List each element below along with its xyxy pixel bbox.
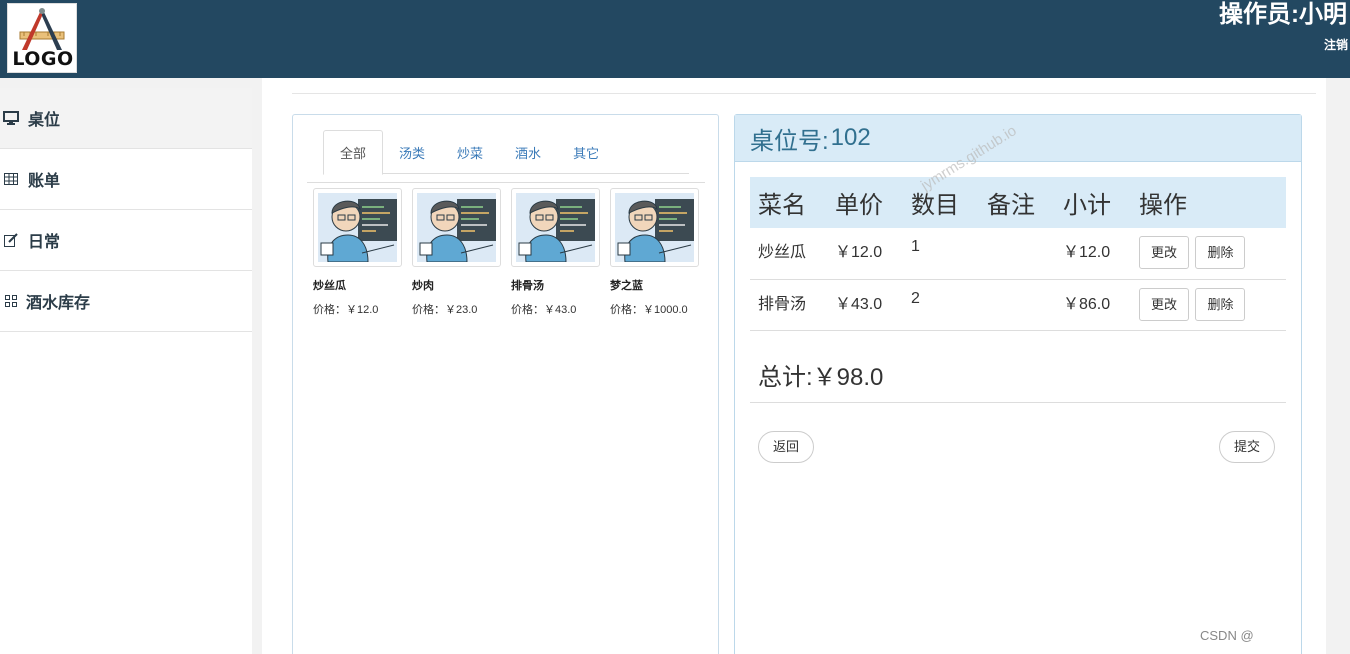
sidebar-item-label: 账单 [28, 173, 61, 190]
dish-name: 梦之蓝 [610, 280, 643, 292]
order-total: 总计:￥98.0 [758, 364, 884, 391]
sidebar-item-label: 日常 [28, 234, 61, 251]
column-header: 单价 [827, 177, 903, 228]
dish-card[interactable]: 炒肉 价格：￥23.0 [412, 188, 501, 317]
scroll-gutter [1326, 78, 1350, 654]
price-cell: ￥12.0 [827, 228, 903, 280]
table-icon [2, 170, 20, 188]
column-header: 备注 [979, 177, 1055, 228]
operator-name: 操作员:小明 [1219, 1, 1347, 28]
dish-list: 炒丝瓜 价格：￥12.0 炒肉 价格：￥23.0 排骨汤 价格：￥43.0 梦之… [313, 188, 709, 317]
column-header: 小计 [1055, 177, 1131, 228]
dish-price: 价格：￥23.0 [412, 304, 478, 316]
edit-icon [2, 231, 20, 249]
note-cell [979, 228, 1055, 280]
order-table: 菜名 单价 数目 备注 小计 操作 炒丝瓜 ￥12.0 1 ￥12.0 更改 删… [750, 177, 1286, 331]
tab-soup[interactable]: 汤类 [383, 130, 441, 174]
dish-card[interactable]: 排骨汤 价格：￥43.0 [511, 188, 600, 317]
dish-name: 炒丝瓜 [313, 280, 346, 292]
delete-button[interactable]: 删除 [1195, 236, 1246, 269]
menu-panel: 全部 汤类 炒菜 酒水 其它 炒丝瓜 价格：￥12.0 炒肉 价格：￥23.0 … [292, 114, 719, 654]
quantity-cell: 2 [903, 279, 979, 331]
divider [292, 93, 1316, 94]
dish-name: 炒肉 [412, 280, 434, 292]
sidebar-item-daily[interactable]: 日常 [0, 210, 252, 271]
dish-image [412, 188, 501, 267]
actions-cell: 更改 删除 [1131, 279, 1286, 331]
logo-text: LOGO [12, 48, 74, 70]
edit-button[interactable]: 更改 [1139, 236, 1190, 269]
sidebar: 桌位 账单 日常 酒水库存 [0, 88, 252, 654]
dish-image [511, 188, 600, 267]
sidebar-item-bills[interactable]: 账单 [0, 149, 252, 210]
divider [307, 182, 705, 183]
grid-icon [2, 292, 20, 310]
table-header-row: 菜名 单价 数目 备注 小计 操作 [750, 177, 1286, 228]
submit-button[interactable]: 提交 [1219, 431, 1276, 463]
sidebar-item-label: 酒水库存 [26, 295, 91, 312]
order-heading: 桌位号: 102 [735, 115, 1301, 162]
divider [750, 402, 1286, 403]
sidebar-item-tables[interactable]: 桌位 [0, 88, 252, 149]
sidebar-item-label: 桌位 [28, 112, 61, 129]
table-number-label: 桌位号: [750, 127, 829, 155]
logo-icon [19, 8, 65, 50]
dish-card[interactable]: 炒丝瓜 价格：￥12.0 [313, 188, 402, 317]
dish-image [313, 188, 402, 267]
note-cell [979, 279, 1055, 331]
order-panel: 桌位号: 102 菜名 单价 数目 备注 小计 操作 炒丝瓜 ￥12.0 1 ￥… [734, 114, 1302, 654]
quantity-cell: 1 [903, 228, 979, 280]
logo[interactable]: LOGO [7, 3, 77, 73]
dish-price: 价格：￥43.0 [511, 304, 577, 316]
monitor-icon [2, 109, 20, 127]
dish-image [610, 188, 699, 267]
table-row: 炒丝瓜 ￥12.0 1 ￥12.0 更改 删除 [750, 228, 1286, 280]
tab-other[interactable]: 其它 [557, 130, 615, 174]
dish-name-cell: 排骨汤 [750, 279, 827, 331]
dish-price: 价格：￥1000.0 [610, 304, 688, 316]
subtotal-cell: ￥12.0 [1055, 228, 1131, 280]
back-button[interactable]: 返回 [758, 431, 815, 463]
column-header: 菜名 [750, 177, 827, 228]
logout-link[interactable]: 注销 [1324, 36, 1348, 53]
top-header: LOGO 操作员:小明 注销 [0, 0, 1350, 78]
csdn-watermark: CSDN @ [1196, 627, 1258, 644]
price-cell: ￥43.0 [827, 279, 903, 331]
edit-button[interactable]: 更改 [1139, 287, 1190, 321]
actions-cell: 更改 删除 [1131, 228, 1286, 280]
dish-name-cell: 炒丝瓜 [750, 228, 827, 280]
dish-name: 排骨汤 [511, 280, 544, 292]
subtotal-cell: ￥86.0 [1055, 279, 1131, 331]
sidebar-item-drink-stock[interactable]: 酒水库存 [0, 271, 252, 332]
delete-button[interactable]: 删除 [1195, 287, 1246, 321]
column-header: 操作 [1131, 177, 1286, 228]
tab-drinks[interactable]: 酒水 [499, 130, 557, 174]
table-number: 102 [830, 124, 871, 151]
dish-card[interactable]: 梦之蓝 价格：￥1000.0 [610, 188, 699, 317]
table-row: 排骨汤 ￥43.0 2 ￥86.0 更改 删除 [750, 279, 1286, 331]
tab-all[interactable]: 全部 [323, 130, 384, 175]
tab-stir-fry[interactable]: 炒菜 [441, 130, 499, 174]
category-tabs: 全部 汤类 炒菜 酒水 其它 [323, 130, 689, 175]
dish-price: 价格：￥12.0 [313, 304, 379, 316]
